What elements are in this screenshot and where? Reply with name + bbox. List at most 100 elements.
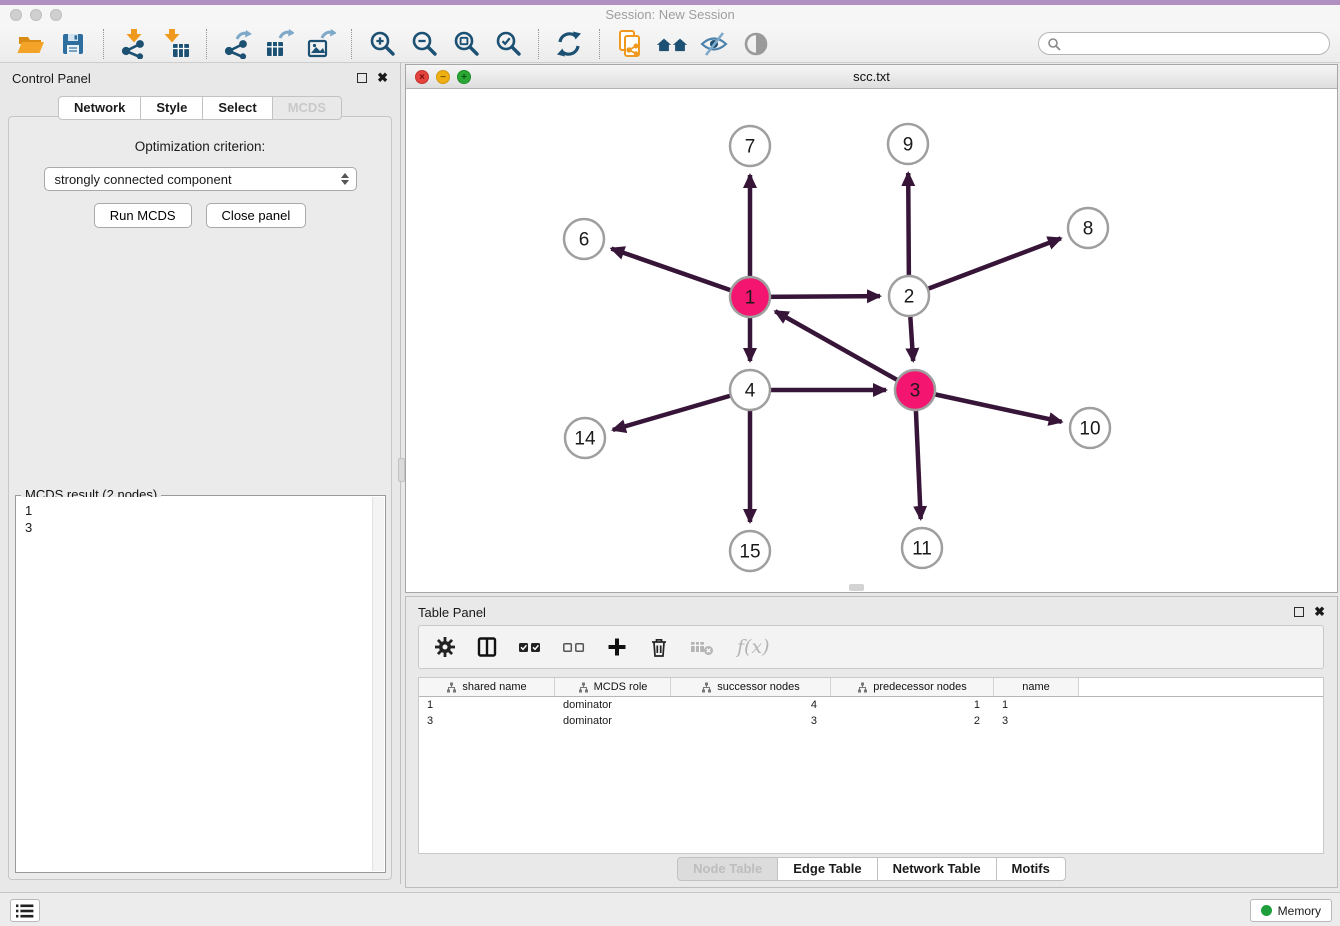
export-table-button[interactable] xyxy=(263,28,295,60)
zoom-in-button[interactable] xyxy=(366,28,398,60)
mcds-panel: Optimization criterion: strongly connect… xyxy=(8,116,392,880)
graph-edge-3-1[interactable] xyxy=(775,311,915,390)
mcds-result-area[interactable]: 1 3 xyxy=(17,497,384,871)
close-table-panel-icon[interactable]: ✖ xyxy=(1314,607,1325,617)
zoom-selected-button[interactable] xyxy=(492,28,524,60)
run-mcds-button[interactable]: Run MCDS xyxy=(94,203,192,228)
show-panels-button[interactable] xyxy=(10,899,40,922)
network-graph[interactable]: 7968124314101511 xyxy=(406,89,1337,592)
graph-node-label: 4 xyxy=(745,381,756,402)
network-canvas[interactable]: 7968124314101511 xyxy=(406,89,1337,592)
column-header-label: name xyxy=(1022,681,1050,693)
gear-icon xyxy=(434,636,456,658)
select-all-button[interactable] xyxy=(518,636,542,658)
column-header-mcds-role[interactable]: MCDS role xyxy=(555,678,671,696)
table-settings-button[interactable] xyxy=(434,636,456,658)
trash-icon xyxy=(648,636,670,658)
minimize-network-button[interactable]: − xyxy=(436,70,450,84)
zoom-fit-button[interactable] xyxy=(450,28,482,60)
graph-node-label: 3 xyxy=(910,381,921,402)
export-image-button[interactable] xyxy=(305,28,337,60)
network-window-title: scc.txt xyxy=(406,65,1337,89)
tab-node-table[interactable]: Node Table xyxy=(677,857,778,881)
show-all-networks-button[interactable] xyxy=(656,28,688,60)
close-panel-icon[interactable]: ✖ xyxy=(377,73,388,83)
clone-network-button[interactable] xyxy=(614,28,646,60)
hierarchy-sort-icon xyxy=(578,682,589,693)
table-cell-successor-nodes: 4 xyxy=(671,699,831,711)
table-panel: Table Panel ✖ xyxy=(405,596,1338,888)
float-panel-icon[interactable] xyxy=(357,73,367,83)
tab-edge-table[interactable]: Edge Table xyxy=(777,857,877,881)
search-field[interactable] xyxy=(1038,32,1330,55)
column-header-label: predecessor nodes xyxy=(873,681,967,693)
graph-node-label: 8 xyxy=(1083,219,1094,240)
tab-network[interactable]: Network xyxy=(58,96,141,120)
import-network-button[interactable] xyxy=(118,28,150,60)
function-builder-button[interactable]: f(x) xyxy=(735,635,773,659)
tab-network-table[interactable]: Network Table xyxy=(877,857,997,881)
column-header-shared-name[interactable]: shared name xyxy=(419,678,555,696)
maximize-network-button[interactable]: + xyxy=(457,70,471,84)
eye-slash-icon xyxy=(699,29,729,59)
panel-splitter-handle[interactable] xyxy=(398,458,405,482)
deselect-all-button[interactable] xyxy=(562,636,586,658)
graph-node-label: 1 xyxy=(745,288,756,309)
graph-edge-4-14[interactable] xyxy=(613,390,750,430)
tab-mcds[interactable]: MCDS xyxy=(272,96,342,120)
graph-node-label: 15 xyxy=(739,542,760,563)
delete-column-button[interactable] xyxy=(648,636,670,658)
graph-edge-2-8[interactable] xyxy=(909,238,1061,296)
network-window-titlebar[interactable]: scc.txt × − + xyxy=(406,65,1337,89)
graph-node-label: 10 xyxy=(1079,419,1100,440)
table-cell-predecessor-nodes: 1 xyxy=(831,699,994,711)
refresh-button[interactable] xyxy=(553,28,585,60)
close-network-button[interactable]: × xyxy=(415,70,429,84)
plus-icon xyxy=(606,636,628,658)
graph-node-label: 6 xyxy=(579,230,590,251)
tab-select[interactable]: Select xyxy=(202,96,272,120)
optimization-criterion-label: Optimization criterion: xyxy=(9,139,391,154)
column-header-successor-nodes[interactable]: successor nodes xyxy=(671,678,831,696)
table-row[interactable]: 1dominator411 xyxy=(419,697,1323,713)
svg-text:f(x): f(x) xyxy=(735,636,770,658)
search-input[interactable] xyxy=(1066,36,1321,52)
column-header-name[interactable]: name xyxy=(994,678,1079,696)
hide-graphics-details-button[interactable] xyxy=(698,28,730,60)
save-floppy-icon xyxy=(58,29,88,59)
column-header-label: MCDS role xyxy=(594,681,648,693)
delete-table-button[interactable] xyxy=(690,636,715,658)
table-panel-header: Table Panel ✖ xyxy=(406,597,1337,627)
tab-motifs[interactable]: Motifs xyxy=(996,857,1066,881)
float-table-panel-icon[interactable] xyxy=(1294,607,1304,617)
import-network-icon xyxy=(119,29,149,59)
open-folder-icon xyxy=(16,29,46,59)
node-table[interactable]: shared name MCDS role successor nodes prede… xyxy=(418,677,1324,854)
zoom-in-icon xyxy=(367,29,397,59)
panel-splitter-handle[interactable] xyxy=(849,584,864,591)
import-table-icon xyxy=(161,29,191,59)
table-row[interactable]: 3dominator323 xyxy=(419,713,1323,729)
open-session-button[interactable] xyxy=(15,28,47,60)
export-network-button[interactable] xyxy=(221,28,253,60)
add-column-button[interactable] xyxy=(606,636,628,658)
birds-eye-view-button[interactable] xyxy=(740,28,772,60)
column-header-predecessor-nodes[interactable]: predecessor nodes xyxy=(831,678,994,696)
graph-node-label: 7 xyxy=(745,137,756,158)
save-session-button[interactable] xyxy=(57,28,89,60)
zoom-out-button[interactable] xyxy=(408,28,440,60)
import-table-button[interactable] xyxy=(160,28,192,60)
graph-node-label: 14 xyxy=(574,429,596,450)
mcds-result-text: 1 3 xyxy=(17,497,384,541)
optimization-criterion-dropdown[interactable]: strongly connected component xyxy=(44,167,357,191)
column-view-button[interactable] xyxy=(476,636,498,658)
graph-edge-3-10[interactable] xyxy=(915,390,1062,422)
graph-edge-1-6[interactable] xyxy=(611,249,750,297)
dropdown-value: strongly connected component xyxy=(55,172,232,187)
result-scrollbar[interactable] xyxy=(372,497,384,871)
memory-button[interactable]: Memory xyxy=(1250,899,1332,922)
column-header-label: shared name xyxy=(462,681,526,693)
table-cell-mcds-role: dominator xyxy=(555,699,671,711)
close-panel-button[interactable]: Close panel xyxy=(206,203,307,228)
tab-style[interactable]: Style xyxy=(140,96,203,120)
